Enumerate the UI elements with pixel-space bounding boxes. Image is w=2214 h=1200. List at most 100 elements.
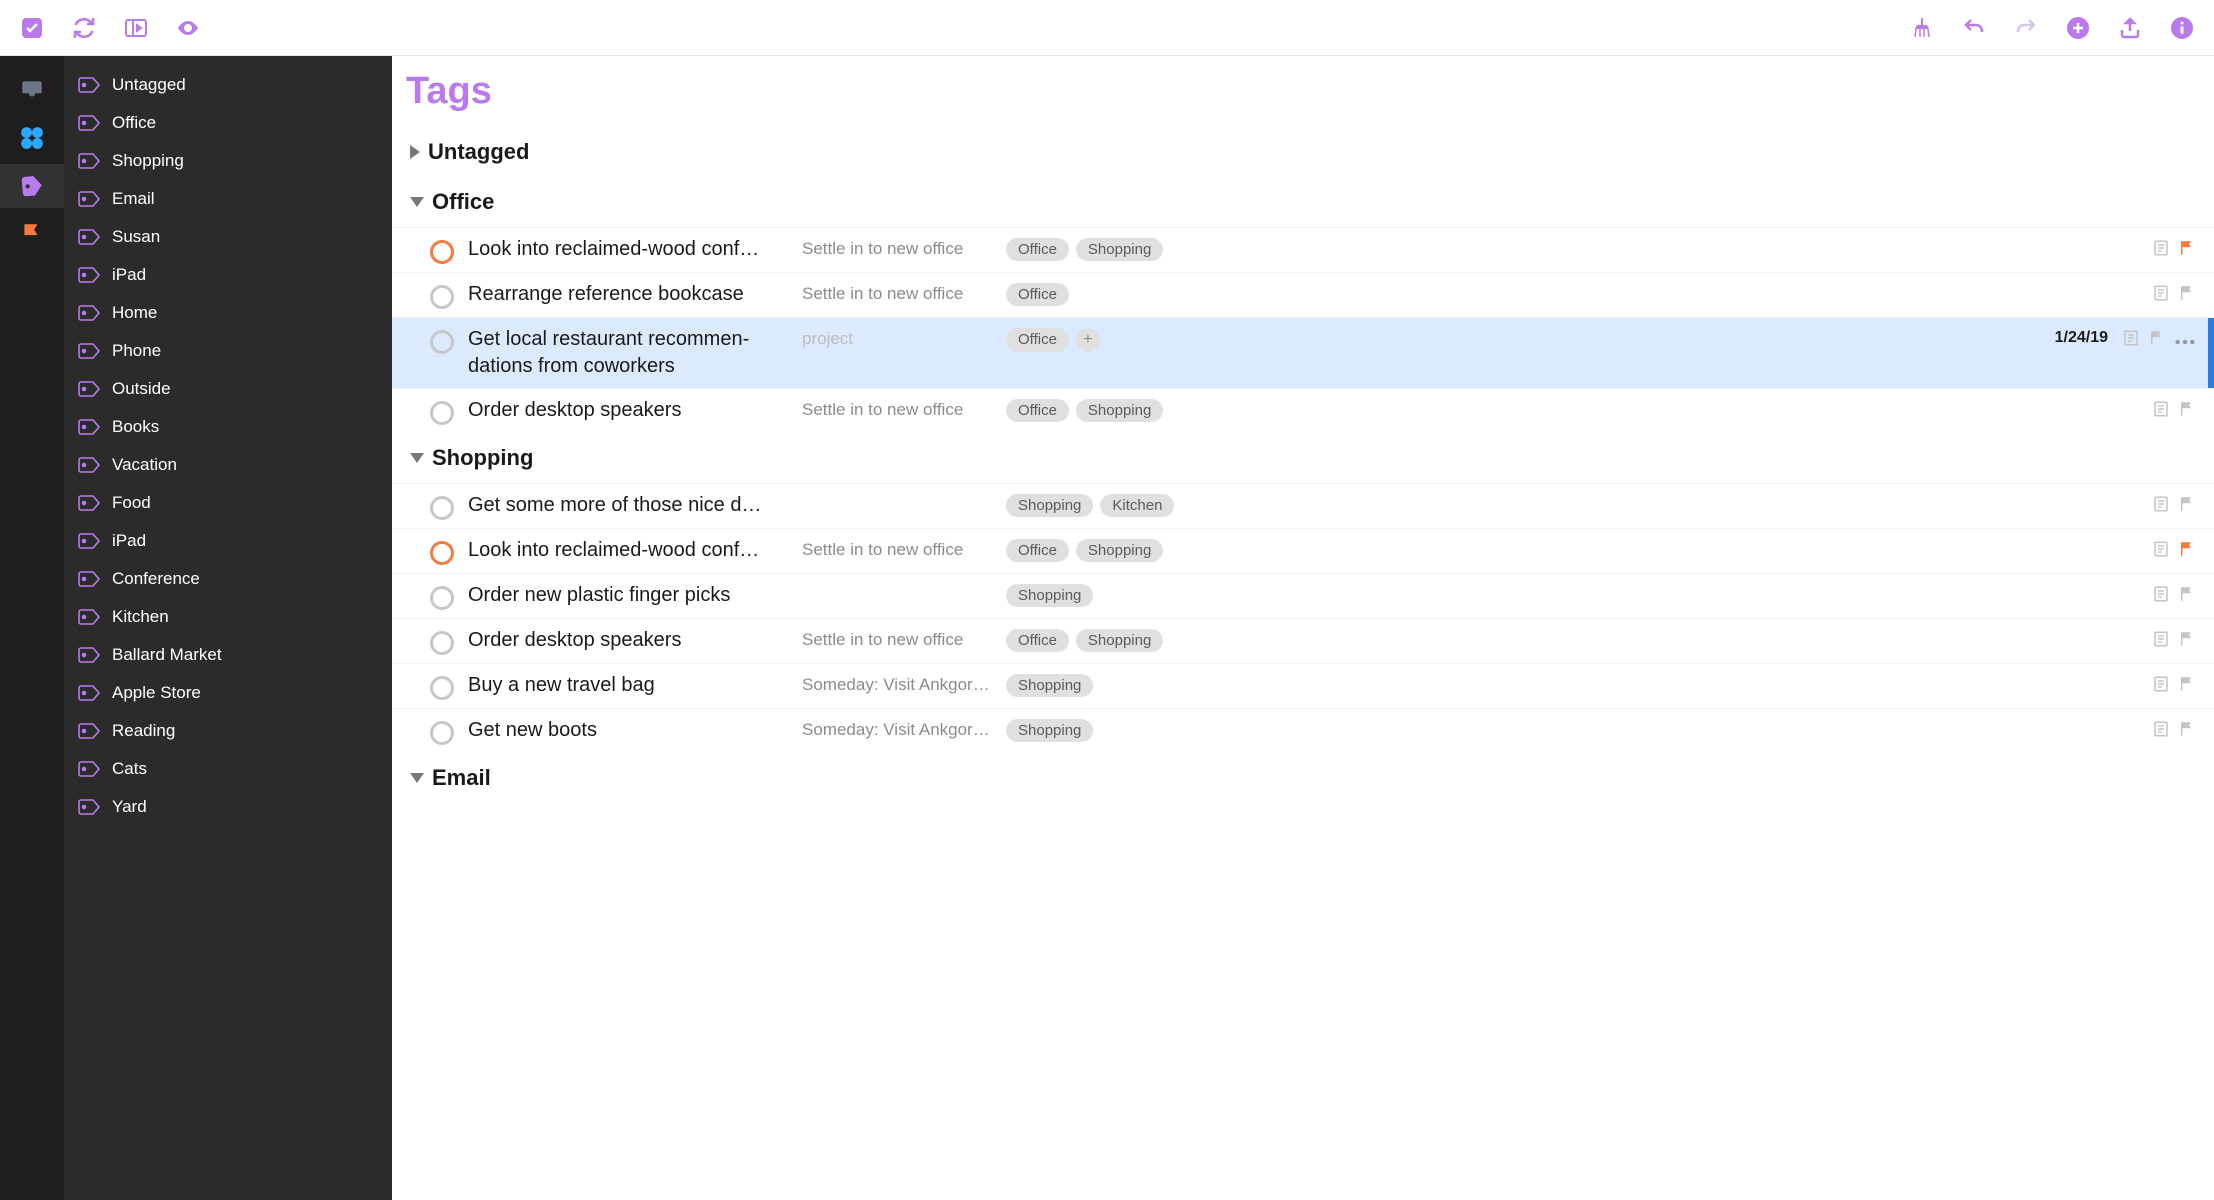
note-icon[interactable] <box>2152 400 2170 423</box>
section-header-office[interactable]: Office <box>392 177 2214 227</box>
sidebar-tag-office[interactable]: Office <box>64 104 392 142</box>
sidebar-tag-apple-store[interactable]: Apple Store <box>64 674 392 712</box>
tag-icon <box>78 304 102 322</box>
task-status-circle[interactable] <box>430 541 454 565</box>
note-icon[interactable] <box>2152 540 2170 563</box>
tag-pill[interactable]: Shopping <box>1006 674 1093 697</box>
flag-icon[interactable] <box>2178 400 2196 423</box>
sidebar-tag-untagged[interactable]: Untagged <box>64 66 392 104</box>
flag-icon[interactable] <box>2178 630 2196 653</box>
note-icon[interactable] <box>2122 329 2140 352</box>
tag-pill[interactable]: Office <box>1006 283 1069 306</box>
add-icon[interactable] <box>2064 14 2092 42</box>
task-icons <box>2122 326 2196 352</box>
tag-pill[interactable]: Kitchen <box>1100 494 1174 517</box>
task-row[interactable]: Look into reclaimed-wood conf…Settle in … <box>392 528 2214 573</box>
task-row[interactable]: Get local restaurant recommen­dations fr… <box>392 317 2214 388</box>
task-status-circle[interactable] <box>430 631 454 655</box>
sidebar-tag-food[interactable]: Food <box>64 484 392 522</box>
flag-icon[interactable] <box>2148 329 2166 352</box>
tag-pill[interactable]: Shopping <box>1006 494 1093 517</box>
sidebar-tag-reading[interactable]: Reading <box>64 712 392 750</box>
task-status-circle[interactable] <box>430 721 454 745</box>
tag-pill[interactable]: Office <box>1006 399 1069 422</box>
tag-pill[interactable]: Shopping <box>1006 584 1093 607</box>
tag-pill[interactable]: Office <box>1006 539 1069 562</box>
toolbar-left <box>18 14 202 42</box>
task-row[interactable]: Look into reclaimed-wood conf…Settle in … <box>392 227 2214 272</box>
sidebar-tag-ipad[interactable]: iPad <box>64 256 392 294</box>
flag-icon[interactable] <box>2178 284 2196 307</box>
tag-pill[interactable]: Office <box>1006 328 1069 352</box>
sidebar-tag-email[interactable]: Email <box>64 180 392 218</box>
toggle-sidebar-icon[interactable] <box>122 14 150 42</box>
task-status-circle[interactable] <box>430 285 454 309</box>
note-icon[interactable] <box>2152 495 2170 518</box>
task-row[interactable]: Order desktop speakersSettle in to new o… <box>392 388 2214 433</box>
task-row[interactable]: Order desktop speakersSettle in to new o… <box>392 618 2214 663</box>
sidebar-tag-home[interactable]: Home <box>64 294 392 332</box>
info-icon[interactable] <box>2168 14 2196 42</box>
sidebar-tag-ballard-market[interactable]: Ballard Market <box>64 636 392 674</box>
flag-icon[interactable] <box>2178 239 2196 262</box>
note-icon[interactable] <box>2152 675 2170 698</box>
flag-icon[interactable] <box>2178 675 2196 698</box>
sidebar-tag-outside[interactable]: Outside <box>64 370 392 408</box>
flag-icon[interactable] <box>2178 585 2196 608</box>
sidebar-tag-kitchen[interactable]: Kitchen <box>64 598 392 636</box>
section-header-email[interactable]: Email <box>392 753 2214 803</box>
note-icon[interactable] <box>2152 239 2170 262</box>
task-status-circle[interactable] <box>430 496 454 520</box>
note-icon[interactable] <box>2152 720 2170 743</box>
task-title: Rearrange reference bookcase <box>468 281 788 308</box>
tag-pill[interactable]: Shopping <box>1076 629 1163 652</box>
sidebar-tag-susan[interactable]: Susan <box>64 218 392 256</box>
view-icon[interactable] <box>174 14 202 42</box>
task-status-circle[interactable] <box>430 240 454 264</box>
redo-icon[interactable] <box>2012 14 2040 42</box>
rail-flagged[interactable] <box>0 212 64 256</box>
undo-icon[interactable] <box>1960 14 1988 42</box>
task-row[interactable]: Rearrange reference bookcaseSettle in to… <box>392 272 2214 317</box>
cleanup-icon[interactable] <box>1908 14 1936 42</box>
rail-tags[interactable] <box>0 164 64 208</box>
rail-inbox[interactable] <box>0 68 64 112</box>
task-status-circle[interactable] <box>430 676 454 700</box>
section-header-shopping[interactable]: Shopping <box>392 433 2214 483</box>
sidebar-tag-ipad[interactable]: iPad <box>64 522 392 560</box>
task-row[interactable]: Get some more of those nice d…ShoppingKi… <box>392 483 2214 528</box>
task-row[interactable]: Get new bootsSomeday: Visit Ankgor …Shop… <box>392 708 2214 753</box>
flag-icon[interactable] <box>2178 540 2196 563</box>
flag-icon[interactable] <box>2178 720 2196 743</box>
section-header-untagged[interactable]: Untagged <box>392 127 2214 177</box>
more-icon[interactable] <box>2174 332 2196 350</box>
sidebar-tag-shopping[interactable]: Shopping <box>64 142 392 180</box>
sidebar-tag-books[interactable]: Books <box>64 408 392 446</box>
sidebar-tag-vacation[interactable]: Vacation <box>64 446 392 484</box>
tag-pill[interactable]: Office <box>1006 629 1069 652</box>
check-icon[interactable] <box>18 14 46 42</box>
task-status-circle[interactable] <box>430 330 454 354</box>
sidebar-tag-cats[interactable]: Cats <box>64 750 392 788</box>
note-icon[interactable] <box>2152 630 2170 653</box>
task-row[interactable]: Order new plastic finger picksShopping <box>392 573 2214 618</box>
add-tag-button[interactable]: + <box>1076 328 1100 352</box>
task-icons <box>2152 627 2196 653</box>
sync-icon[interactable] <box>70 14 98 42</box>
tag-pill[interactable]: Shopping <box>1006 719 1093 742</box>
sidebar-tag-phone[interactable]: Phone <box>64 332 392 370</box>
tag-pill[interactable]: Shopping <box>1076 539 1163 562</box>
sidebar-tag-conference[interactable]: Conference <box>64 560 392 598</box>
note-icon[interactable] <box>2152 284 2170 307</box>
flag-icon[interactable] <box>2178 495 2196 518</box>
tag-pill[interactable]: Shopping <box>1076 238 1163 261</box>
tag-pill[interactable]: Shopping <box>1076 399 1163 422</box>
task-row[interactable]: Buy a new travel bagSomeday: Visit Ankgo… <box>392 663 2214 708</box>
share-icon[interactable] <box>2116 14 2144 42</box>
task-status-circle[interactable] <box>430 401 454 425</box>
note-icon[interactable] <box>2152 585 2170 608</box>
rail-projects[interactable] <box>0 116 64 160</box>
tag-pill[interactable]: Office <box>1006 238 1069 261</box>
task-status-circle[interactable] <box>430 586 454 610</box>
sidebar-tag-yard[interactable]: Yard <box>64 788 392 826</box>
